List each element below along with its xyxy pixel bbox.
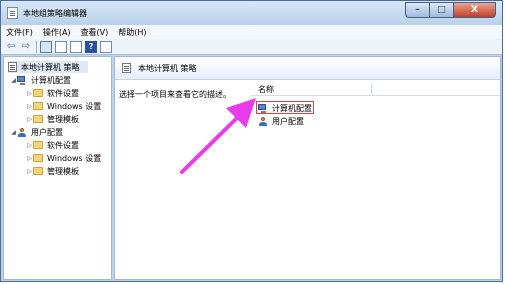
- menu-file[interactable]: 文件(F): [1, 27, 38, 38]
- expand-icon[interactable]: ▷: [26, 142, 33, 149]
- toolbar: ⇦ ⇨ ?: [1, 39, 502, 55]
- tree-item-label: 管理模板: [47, 114, 79, 124]
- window-title: 本地组策略编辑器: [23, 9, 87, 18]
- tree-item-computer-templates[interactable]: ▷ 管理模板: [26, 113, 79, 125]
- computer-icon: [17, 75, 27, 85]
- tree-item-label: Windows 设置: [47, 153, 102, 163]
- list-item-label: 用户配置: [272, 116, 304, 126]
- details-header: 本地计算机 策略: [115, 57, 500, 80]
- collapse-icon[interactable]: ◢: [10, 129, 17, 136]
- tree-item-label: 软件设置: [47, 140, 79, 150]
- expand-icon[interactable]: ▷: [26, 168, 33, 175]
- tree-item-user-windows[interactable]: ▷ Windows 设置: [26, 152, 101, 164]
- tree-item-root[interactable]: 本地计算机 策略: [8, 61, 88, 73]
- description-text: 选择一个项目来查看它的描述。: [119, 90, 231, 99]
- menu-help[interactable]: 帮助(H): [113, 27, 151, 38]
- window-controls: – □ X: [405, 2, 496, 18]
- expand-icon[interactable]: ▷: [26, 155, 33, 162]
- expand-icon[interactable]: ▷: [26, 116, 33, 123]
- policy-icon: [122, 63, 131, 73]
- collapse-icon[interactable]: ◢: [10, 77, 17, 84]
- tree-item-user-software[interactable]: ▷ 软件设置: [26, 139, 79, 151]
- maximize-button[interactable]: □: [430, 2, 454, 18]
- minimize-button[interactable]: –: [405, 2, 430, 18]
- column-header-name[interactable]: 名称: [251, 82, 500, 96]
- column-header-label: 名称: [258, 85, 274, 94]
- tree-item-computer-config[interactable]: ◢ 计算机配置: [10, 74, 71, 86]
- toolbar-divider: [36, 40, 37, 53]
- expand-icon[interactable]: ▷: [26, 103, 33, 110]
- menu-action[interactable]: 操作(A): [38, 27, 76, 38]
- user-icon: [17, 127, 27, 137]
- properties-icon[interactable]: [55, 40, 67, 53]
- details-title: 本地计算机 策略: [138, 64, 197, 73]
- tree-item-label: 软件设置: [47, 88, 79, 98]
- forward-arrow-icon[interactable]: ⇨: [20, 41, 32, 53]
- close-button[interactable]: X: [454, 2, 496, 18]
- tree-item-label: 计算机配置: [31, 75, 71, 85]
- folder-icon: [33, 89, 43, 97]
- tree-pane: 本地计算机 策略 ◢ 计算机配置 ▷ 软件设置 ▷ Windows 设置 ▷ 管…: [3, 56, 112, 280]
- tree-item-label: 用户配置: [31, 127, 63, 137]
- list-item-user-config[interactable]: 用户配置: [258, 115, 304, 127]
- policy-icon: [8, 62, 17, 72]
- tree-item-label: Windows 设置: [47, 101, 102, 111]
- export-icon[interactable]: [70, 40, 82, 53]
- folder-icon: [33, 167, 43, 175]
- user-icon: [258, 116, 268, 126]
- show-tree-icon[interactable]: [40, 40, 52, 53]
- folder-icon: [33, 115, 43, 123]
- menu-bar: 文件(F) 操作(A) 查看(V) 帮助(H): [1, 25, 502, 39]
- column-divider[interactable]: [371, 83, 372, 94]
- tree-item-label: 本地计算机 策略: [21, 62, 80, 72]
- tree-item-computer-windows[interactable]: ▷ Windows 设置: [26, 100, 101, 112]
- main-window: 本地组策略编辑器 – □ X 文件(F) 操作(A) 查看(V) 帮助(H) ⇦…: [0, 0, 503, 282]
- tree-item-user-templates[interactable]: ▷ 管理模板: [26, 165, 79, 177]
- details-pane: 本地计算机 策略 选择一个项目来查看它的描述。 名称 计算机配置 用户配置: [114, 56, 501, 280]
- folder-icon: [33, 141, 43, 149]
- back-arrow-icon[interactable]: ⇦: [5, 41, 17, 53]
- view-icon[interactable]: [100, 40, 112, 53]
- folder-icon: [33, 102, 43, 110]
- folder-icon: [33, 154, 43, 162]
- highlight-box: [256, 101, 314, 114]
- tree-item-computer-software[interactable]: ▷ 软件设置: [26, 87, 79, 99]
- app-icon: [7, 7, 18, 19]
- tree-item-user-config[interactable]: ◢ 用户配置: [10, 126, 63, 138]
- help-icon[interactable]: ?: [85, 40, 97, 53]
- title-bar[interactable]: 本地组策略编辑器 – □ X: [1, 1, 502, 25]
- expand-icon[interactable]: ▷: [26, 90, 33, 97]
- menu-view[interactable]: 查看(V): [76, 27, 114, 38]
- tree-item-label: 管理模板: [47, 166, 79, 176]
